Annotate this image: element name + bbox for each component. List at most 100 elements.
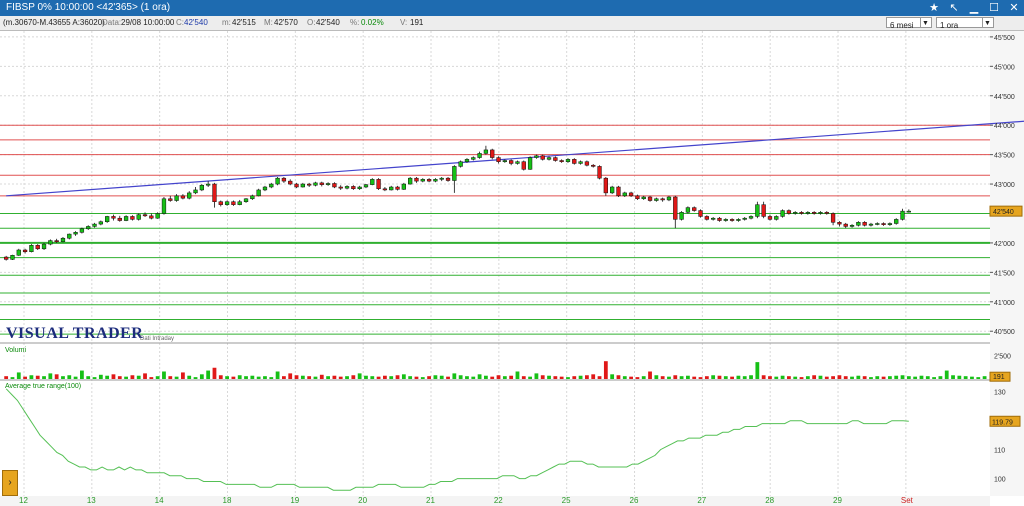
- timeframe-arrow-icon[interactable]: ▼: [982, 18, 992, 27]
- time-axis-label: Set: [900, 496, 913, 505]
- volume-bar: [932, 377, 936, 379]
- volume-bar: [553, 376, 558, 379]
- volume-bar: [559, 376, 564, 379]
- volume-bar: [686, 375, 690, 379]
- pin-icon[interactable]: ↖: [946, 1, 962, 15]
- candle-body: [237, 201, 242, 205]
- candle-body: [10, 255, 15, 260]
- candle-body: [452, 166, 457, 181]
- period-arrow-icon[interactable]: ▼: [920, 18, 930, 27]
- candle-body: [275, 177, 280, 185]
- volume-bar: [105, 375, 110, 379]
- star-icon[interactable]: ★: [926, 1, 942, 15]
- price-tick-label: 40'500: [994, 329, 1015, 336]
- volume-bar: [484, 375, 488, 379]
- volume-bar: [843, 376, 848, 379]
- candle-body: [534, 155, 539, 158]
- chart-area[interactable]: 45'500 45'000 44'500 44'000 43'500 43'000 42'0…: [0, 31, 1024, 496]
- volume-bar: [957, 375, 962, 379]
- volume-bar: [679, 376, 684, 379]
- volume-bar: [465, 376, 469, 379]
- close-icon[interactable]: ✕: [1006, 1, 1022, 15]
- volume-bar: [660, 376, 665, 379]
- volume-bar: [799, 377, 804, 379]
- volume-bar: [124, 376, 128, 379]
- candle-body: [363, 184, 369, 188]
- volume-bar: [307, 376, 312, 379]
- candle-body: [168, 198, 173, 201]
- volume-bar: [856, 375, 861, 379]
- volume-bar: [774, 376, 779, 379]
- candle-body: [774, 216, 779, 220]
- volume-bar: [4, 376, 9, 379]
- candle-body: [660, 198, 665, 201]
- volume-bar: [730, 376, 734, 379]
- price-tick-label: 43'500: [994, 153, 1015, 160]
- volume-bar: [603, 361, 608, 379]
- candle-body: [382, 188, 388, 191]
- volume-bar: [332, 375, 337, 379]
- candle-body: [445, 177, 451, 181]
- volume-bar: [117, 376, 122, 379]
- date-value: 29/08 10:00:00: [121, 18, 175, 27]
- candle-body: [41, 243, 47, 250]
- pct-value: 0.02%: [361, 18, 384, 27]
- volume-bar: [319, 374, 324, 379]
- volume-bar: [408, 376, 413, 379]
- scroll-left-button[interactable]: ›: [2, 470, 18, 496]
- volume-bar: [970, 376, 974, 379]
- volume-bar: [515, 371, 520, 379]
- candle-body: [748, 216, 754, 219]
- candle-body: [218, 201, 223, 205]
- volume-bar: [944, 370, 949, 379]
- candle-body: [250, 195, 255, 200]
- volume-bar: [787, 376, 791, 379]
- candle-body: [212, 183, 217, 202]
- volume-bar: [244, 376, 248, 379]
- atr-panel-title: Average true range(100): [5, 383, 81, 390]
- volume-bar: [471, 376, 476, 379]
- volume-bar: [578, 375, 583, 379]
- maximize-icon[interactable]: ☐: [986, 1, 1002, 15]
- volume-bar: [67, 375, 72, 379]
- chevron-right-icon: ›: [8, 477, 12, 488]
- candle-body: [464, 159, 470, 162]
- candle-body: [711, 217, 716, 220]
- volume-bar: [376, 376, 381, 379]
- volume-bar: [572, 376, 577, 379]
- period-select[interactable]: 6 mesi ▼: [886, 17, 932, 30]
- time-axis-label: 28: [765, 496, 775, 505]
- timeframe-select[interactable]: 1 ora ▼: [936, 17, 994, 30]
- volume-bar: [622, 376, 627, 379]
- minimize-icon[interactable]: ▁: [966, 1, 982, 15]
- candle-body: [793, 212, 798, 214]
- candle-body: [900, 210, 905, 220]
- volume-bar: [35, 375, 40, 379]
- volume-bar: [313, 376, 318, 379]
- price-tick-label: 44'000: [994, 123, 1015, 130]
- volume-bar: [61, 376, 65, 379]
- candle-body: [635, 195, 640, 200]
- volume-bar: [913, 376, 918, 379]
- volume-bar: [894, 375, 899, 379]
- candle-body: [199, 184, 204, 191]
- candle-body: [654, 198, 659, 201]
- date-label: Data:: [102, 18, 122, 27]
- volume-bar: [648, 371, 652, 379]
- volume-bar: [888, 376, 892, 379]
- volume-bar: [98, 374, 103, 379]
- chart-background: [0, 31, 990, 496]
- candle-body: [136, 214, 141, 220]
- candle-body: [856, 222, 861, 226]
- volume-bar: [401, 374, 406, 379]
- volume-bar: [42, 376, 46, 379]
- candle-body: [622, 192, 627, 197]
- candle-body: [666, 196, 672, 201]
- candle-body: [262, 186, 268, 191]
- volume-value: 191: [410, 18, 424, 27]
- time-axis-label: 20: [358, 496, 368, 505]
- open-label: O:: [307, 18, 316, 27]
- volume-bar: [768, 376, 772, 379]
- volume-bar: [351, 375, 356, 379]
- candle-body: [786, 210, 792, 214]
